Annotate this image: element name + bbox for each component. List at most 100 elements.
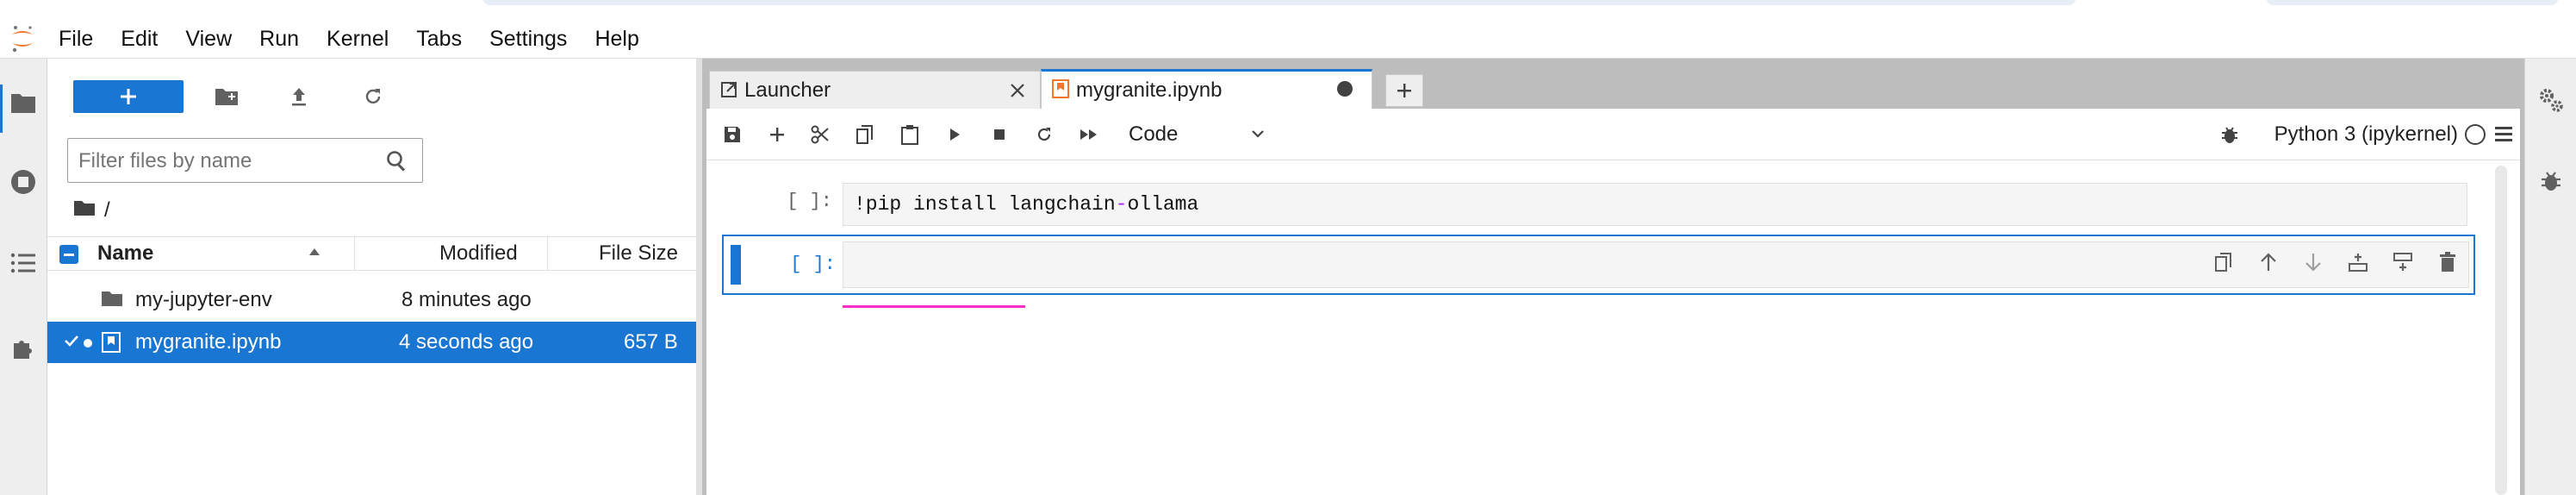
folder-icon[interactable]	[7, 86, 40, 119]
file-name: my-jupyter-env	[135, 288, 272, 311]
file-browser-panel: / Name Modified File Size my-jupyter-env…	[47, 59, 696, 495]
file-size: 657 B	[624, 330, 678, 354]
launcher-icon	[720, 80, 737, 104]
tab-launcher[interactable]: Launcher	[709, 71, 1041, 109]
unsaved-dot-icon[interactable]	[1337, 81, 1353, 97]
delete-cell-button[interactable]	[2434, 248, 2461, 276]
jupyter-logo-icon	[0, 19, 45, 59]
running-sessions-icon[interactable]	[7, 166, 40, 198]
browser-address-bar[interactable]	[482, 0, 2076, 5]
upload-icon	[292, 88, 306, 106]
menu-file[interactable]: File	[45, 19, 107, 59]
tab-mygranite-notebook[interactable]: mygranite.ipynb	[1041, 69, 1372, 109]
breadcrumb-root[interactable]: /	[104, 198, 110, 222]
plus-icon	[121, 89, 136, 104]
tab-label: mygranite.ipynb	[1076, 78, 1223, 102]
cell-prompt: [ ]:	[787, 191, 832, 212]
active-code-cell[interactable]: [ ]:	[722, 235, 2475, 295]
cell-type-select[interactable]: Code	[1129, 119, 1266, 150]
file-row-folder[interactable]: my-jupyter-env 8 minutes ago	[47, 279, 696, 321]
refresh-button[interactable]	[358, 81, 389, 112]
column-modified-header[interactable]: Modified	[439, 237, 518, 270]
insert-below-button[interactable]	[2389, 248, 2417, 276]
cell-collapser[interactable]	[731, 245, 741, 285]
save-icon	[725, 127, 740, 142]
insert-above-icon	[2349, 254, 2368, 272]
column-size-header[interactable]: File Size	[599, 237, 678, 270]
menu-run[interactable]: Run	[246, 19, 313, 59]
tab-bar: Launcher mygranite.ipynb	[702, 66, 2524, 109]
cell-type-value: Code	[1129, 122, 1179, 146]
arrow-up-icon	[2261, 253, 2276, 271]
run-button[interactable]	[939, 119, 970, 150]
home-folder-icon[interactable]	[73, 198, 96, 222]
code-operator: -	[1115, 193, 1128, 216]
table-of-contents-icon[interactable]	[7, 247, 40, 279]
column-name-header[interactable]: Name	[97, 237, 153, 270]
filter-files-field[interactable]	[67, 138, 423, 183]
file-list-header: Name Modified File Size	[47, 236, 696, 271]
column-separator	[354, 237, 355, 270]
file-modified: 8 minutes ago	[401, 288, 532, 311]
code-cell[interactable]: [ ]: !pip install langchain-ollama	[706, 178, 2473, 226]
menu-tabs[interactable]: Tabs	[402, 19, 476, 59]
new-tab-button[interactable]	[1385, 74, 1423, 107]
restart-run-all-button[interactable]	[1073, 119, 1104, 150]
checkmark-icon[interactable]	[63, 332, 80, 353]
code-text: !pip install langchain	[854, 193, 1116, 216]
property-inspector-gear-icon[interactable]	[2536, 85, 2567, 116]
restart-button[interactable]	[1029, 119, 1060, 150]
restart-icon	[1037, 128, 1051, 141]
left-activity-bar	[0, 59, 47, 495]
debugger-bug-icon[interactable]	[2220, 124, 2239, 149]
notebook-toolbar: Code Python 3 (ipykernel)	[706, 109, 2520, 160]
search-icon	[386, 150, 408, 177]
stop-icon	[994, 129, 1005, 140]
browser-chrome	[0, 0, 2576, 19]
save-button[interactable]	[717, 119, 748, 150]
copy-button[interactable]	[849, 119, 880, 150]
kernel-name[interactable]: Python 3 (ipykernel)	[2274, 119, 2458, 150]
file-row-notebook[interactable]: mygranite.ipynb 4 seconds ago 657 B	[47, 322, 696, 363]
new-folder-button[interactable]	[211, 81, 242, 112]
trash-icon	[2440, 252, 2455, 272]
chevron-down-icon	[1249, 119, 1266, 160]
notebook-icon	[101, 331, 121, 354]
menu-kernel[interactable]: Kernel	[313, 19, 402, 59]
file-name: mygranite.ipynb	[135, 330, 282, 354]
menu-help[interactable]: Help	[581, 19, 652, 59]
paste-button[interactable]	[894, 119, 925, 150]
move-down-button[interactable]	[2299, 248, 2327, 276]
filter-files-input[interactable]	[78, 147, 371, 175]
cell-editor[interactable]: !pip install langchain-ollama	[843, 183, 2467, 226]
new-launcher-button[interactable]	[73, 80, 184, 113]
panel-splitter[interactable]	[696, 59, 702, 495]
close-icon[interactable]	[1009, 81, 1026, 105]
insert-above-button[interactable]	[2344, 248, 2372, 276]
kernel-status-idle-icon	[2465, 124, 2486, 145]
new-folder-icon	[215, 89, 238, 105]
file-modified: 4 seconds ago	[399, 330, 534, 354]
duplicate-icon	[2215, 253, 2231, 272]
insert-cell-button[interactable]	[762, 119, 793, 150]
folder-icon	[101, 290, 123, 310]
menu-icon[interactable]	[2494, 124, 2513, 147]
menu-settings[interactable]: Settings	[476, 19, 581, 59]
menubar: File Edit View Run Kernel Tabs Settings …	[0, 19, 2576, 59]
menu-view[interactable]: View	[171, 19, 246, 59]
menu-edit[interactable]: Edit	[107, 19, 171, 59]
running-dot-icon	[84, 339, 92, 348]
upload-button[interactable]	[283, 81, 314, 112]
select-all-checkbox[interactable]	[59, 245, 78, 264]
interrupt-button[interactable]	[984, 119, 1015, 150]
run-icon	[950, 128, 960, 141]
debugger-bug-icon[interactable]	[2536, 166, 2567, 197]
extension-icon[interactable]	[7, 331, 40, 364]
notebook-scrollbar[interactable]	[2495, 166, 2507, 495]
browser-side-pill[interactable]	[2266, 0, 2559, 5]
cut-button[interactable]	[805, 119, 836, 150]
code-text: ollama	[1127, 193, 1199, 216]
move-up-button[interactable]	[2255, 248, 2282, 276]
duplicate-cell-button[interactable]	[2210, 248, 2237, 276]
cut-icon	[811, 125, 829, 144]
